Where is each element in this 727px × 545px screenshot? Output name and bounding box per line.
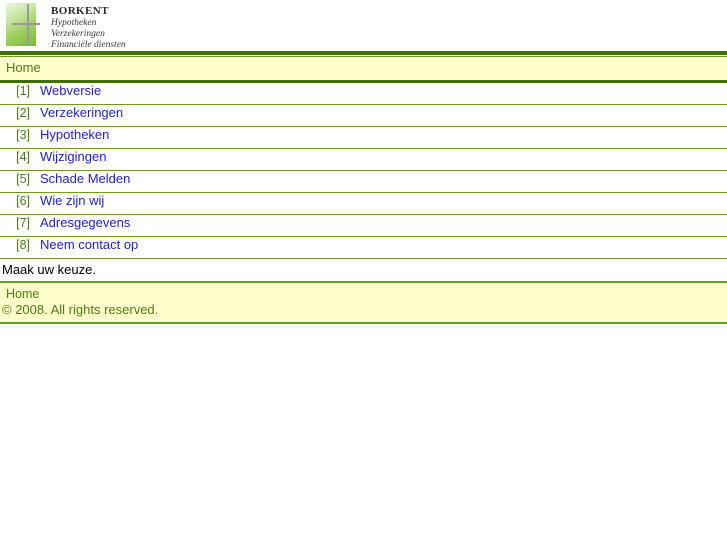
logo-block[interactable]: BORKENT Hypotheken Verzekeringen Financi… [6,3,126,50]
menu-item-webversie[interactable]: [1] Webversie [0,83,727,105]
brand-tagline-2: Verzekeringen [51,29,105,39]
menu-item-verzekeringen[interactable]: [2] Verzekeringen [0,105,727,127]
green-square-cross-icon [6,3,40,46]
main-menu: [1] Webversie [2] Verzekeringen [3] Hypo… [0,83,727,259]
menu-item-schade-melden[interactable]: [5] Schade Melden [0,171,727,193]
page-empty-area [0,324,727,534]
logo-text-block: BORKENT Hypotheken Verzekeringen Financi… [51,3,126,50]
menu-item-wie-zijn-wij[interactable]: [6] Wie zijn wij [0,193,727,215]
logo-cross-horizontal [12,23,40,25]
brand-name: BORKENT [51,5,109,17]
menu-item-label[interactable]: Adresgegevens [40,215,130,230]
menu-item-label[interactable]: Webversie [40,83,101,98]
menu-item-index: [1] [16,84,30,98]
choice-prompt: Maak uw keuze. [0,259,727,281]
menu-item-neem-contact-op[interactable]: [8] Neem contact op [0,237,727,259]
menu-item-wijzigingen[interactable]: [4] Wijzigingen [0,149,727,171]
menu-item-label[interactable]: Wijzigingen [40,149,106,164]
brand-tagline-3: Financiële diensten [51,40,126,50]
menu-item-index: [3] [16,128,30,142]
menu-item-label[interactable]: Schade Melden [40,171,130,186]
page-title: Home [6,60,41,75]
menu-item-hypotheken[interactable]: [3] Hypotheken [0,127,727,149]
menu-item-index: [7] [16,216,30,230]
menu-item-label[interactable]: Verzekeringen [40,105,123,120]
footer-copyright: © 2008. All rights reserved. [2,302,159,317]
menu-item-index: [4] [16,150,30,164]
menu-item-adresgegevens[interactable]: [7] Adresgegevens [0,215,727,237]
footer-home-link[interactable]: Home [6,286,721,302]
menu-item-index: [5] [16,172,30,186]
menu-item-label[interactable]: Hypotheken [40,127,109,142]
brand-tagline-1: Hypotheken [51,18,97,28]
menu-item-label[interactable]: Neem contact op [40,237,138,252]
menu-item-index: [2] [16,106,30,120]
menu-item-index: [6] [16,194,30,208]
site-header: BORKENT Hypotheken Verzekeringen Financi… [0,0,727,51]
page-title-band: Home [0,56,727,83]
site-footer: Home © 2008. All rights reserved. [0,281,727,324]
menu-item-index: [8] [16,238,30,252]
menu-item-label[interactable]: Wie zijn wij [40,193,104,208]
